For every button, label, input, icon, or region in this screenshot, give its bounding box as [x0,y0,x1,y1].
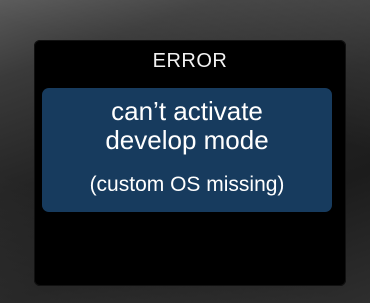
error-title: ERROR [152,50,228,72]
error-message-line-2: develop mode [105,125,269,155]
page: { "screen": { "title": "ERROR", "message… [0,0,370,303]
device-screen: ERROR can’t activate develop mode (custo… [34,40,346,286]
error-message-line-1: can’t activate [111,96,263,126]
error-detail: (custom OS missing) [89,173,285,196]
error-message-box: can’t activate develop mode (custom OS m… [42,88,332,212]
